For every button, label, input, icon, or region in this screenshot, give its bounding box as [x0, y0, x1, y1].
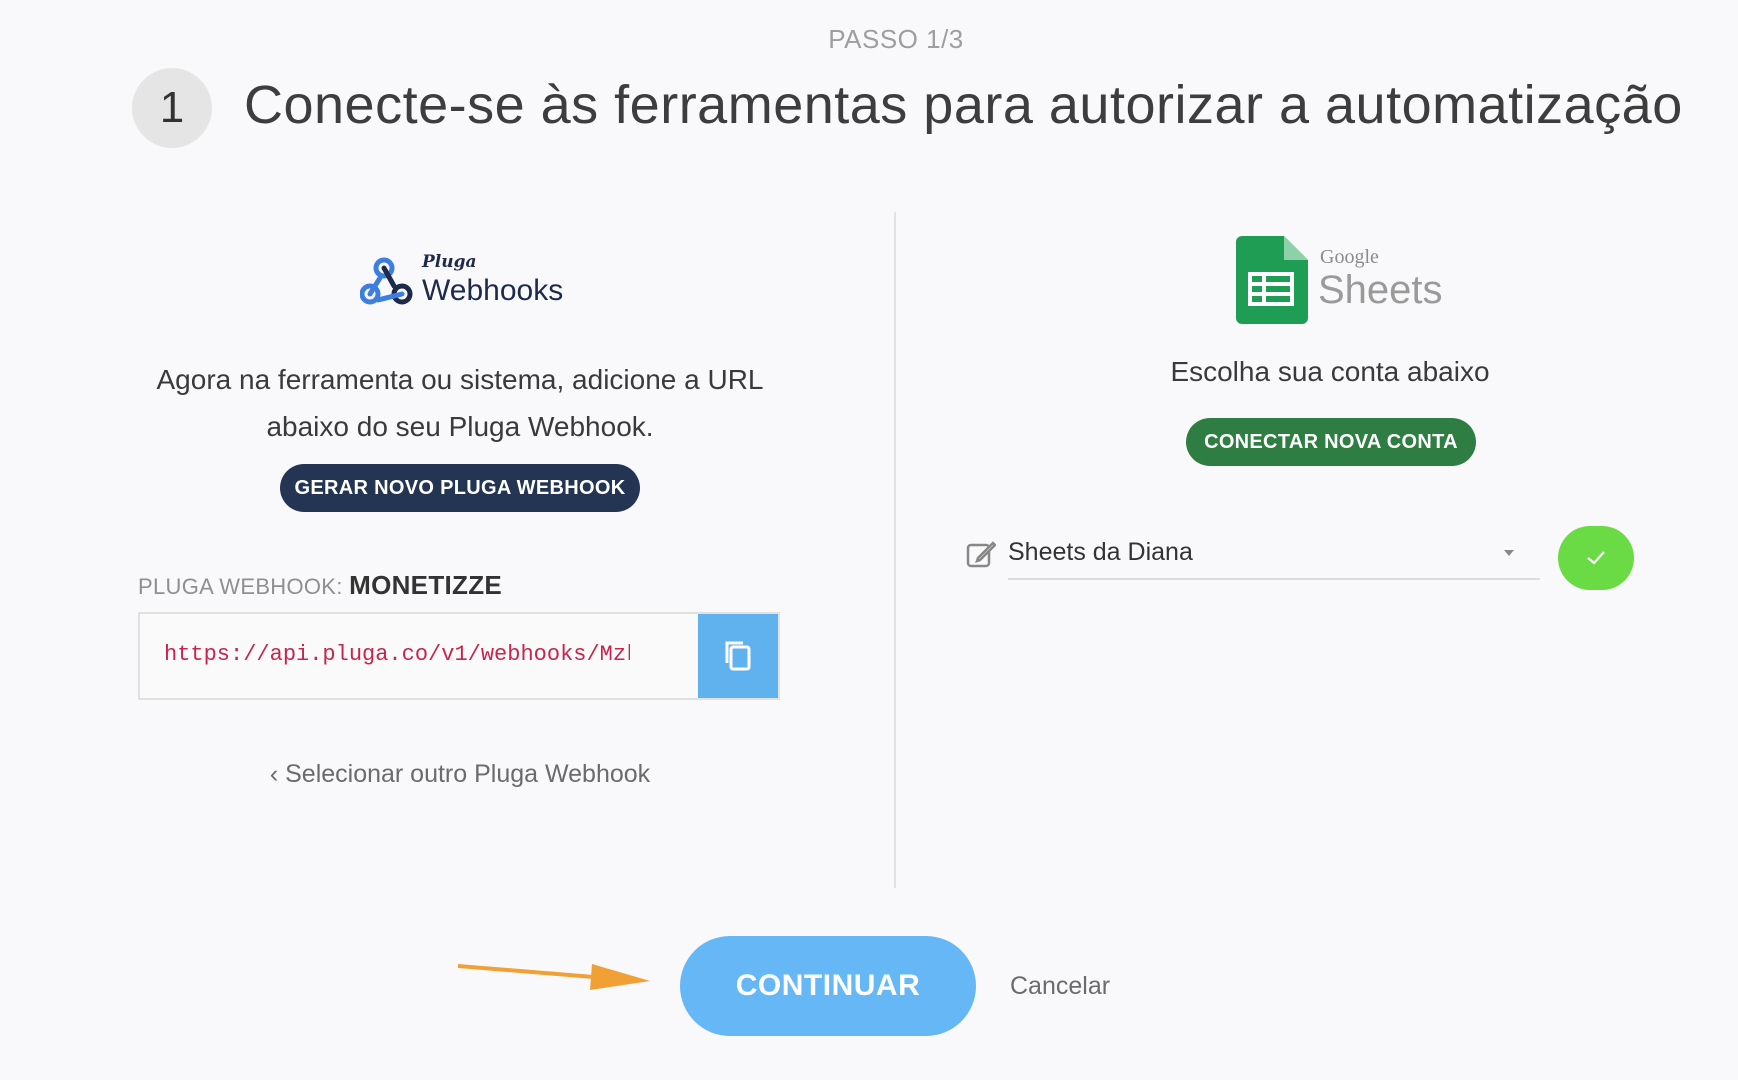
- webhooks-wordmark: Webhooks: [422, 274, 564, 307]
- copy-icon: [725, 641, 751, 671]
- sheets-icon: [1236, 236, 1308, 324]
- webhook-icon: [360, 257, 413, 305]
- account-selector-row: Sheets da Diana: [966, 526, 1634, 590]
- webhook-label-prefix: PLUGA WEBHOOK:: [138, 574, 343, 599]
- step-indicator: PASSO 1/3: [828, 24, 964, 54]
- continue-button[interactable]: CONTINUAR: [680, 936, 976, 1036]
- webhook-name: MONETIZZE: [349, 570, 503, 600]
- connect-new-account-button[interactable]: CONECTAR NOVA CONTA: [1186, 418, 1476, 466]
- page-title: Conecte-se às ferramentas para autorizar…: [244, 75, 1683, 135]
- column-divider: [894, 212, 896, 888]
- copy-url-button[interactable]: [698, 614, 778, 698]
- pluga-wordmark: Pluga: [422, 252, 477, 272]
- webhook-url[interactable]: https://api.pluga.co/v1/webhooks/MzkxNzU: [164, 642, 630, 667]
- google-sheets-logo: Google Sheets: [1236, 236, 1443, 326]
- generate-webhook-button[interactable]: GERAR NOVO PLUGA WEBHOOK: [280, 464, 640, 512]
- pluga-webhooks-logo: Pluga Webhooks: [360, 250, 570, 310]
- chevron-down-icon: [1504, 550, 1514, 556]
- arrow-annotation: [457, 964, 650, 990]
- check-icon: [1587, 551, 1605, 565]
- sheets-wordmark: Sheets: [1318, 268, 1443, 312]
- back-link-label: Selecionar outro Pluga Webhook: [285, 760, 651, 788]
- step-number-badge: 1: [132, 68, 212, 148]
- chevron-left-icon: ‹: [269, 760, 279, 788]
- edit-icon[interactable]: [966, 540, 996, 568]
- webhook-url-field[interactable]: https://api.pluga.co/v1/webhooks/MzkxNzU: [138, 612, 780, 700]
- account-select[interactable]: Sheets da Diana: [1008, 526, 1540, 580]
- choose-account-heading: Escolha sua conta abaixo: [1170, 356, 1490, 387]
- select-other-webhook-link[interactable]: ‹ Selecionar outro Pluga Webhook: [0, 760, 920, 789]
- webhook-instructions: Agora na ferramenta ou sistema, adicione…: [156, 364, 764, 442]
- confirm-account-button[interactable]: [1558, 526, 1634, 590]
- cancel-link[interactable]: Cancelar: [1010, 972, 1110, 1001]
- selected-account: Sheets da Diana: [1008, 538, 1193, 566]
- google-wordmark: Google: [1320, 246, 1379, 268]
- webhook-label: PLUGA WEBHOOK: MONETIZZE: [138, 570, 502, 601]
